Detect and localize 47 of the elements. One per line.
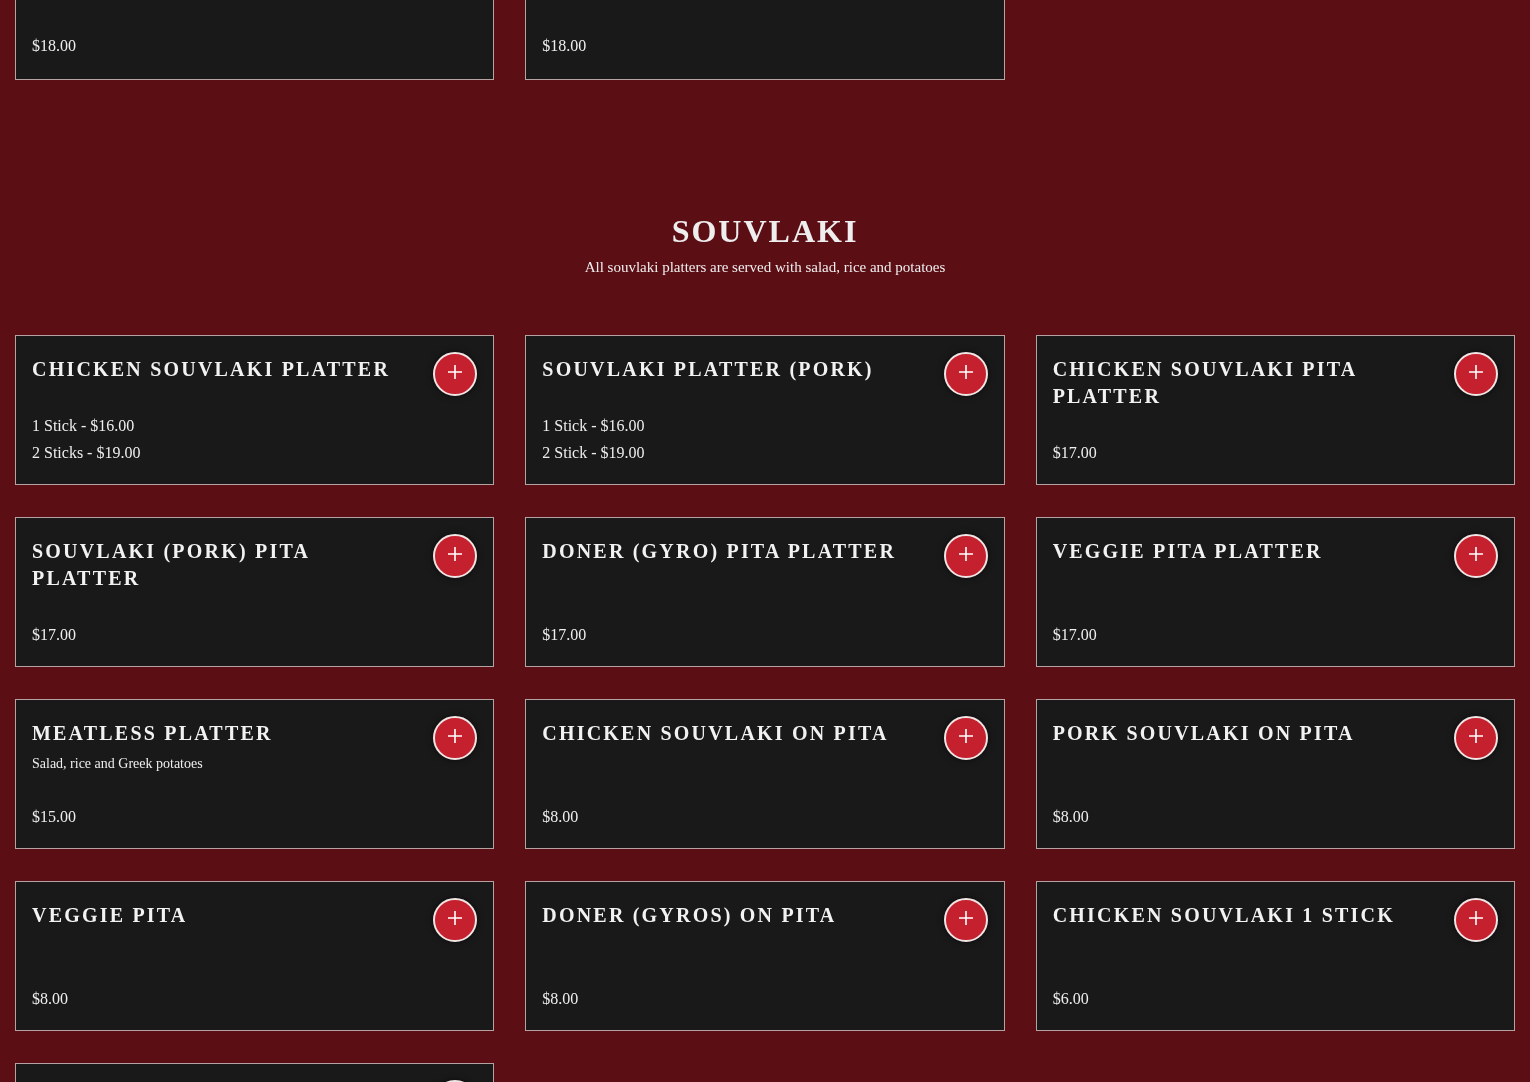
item-name: MEATLESS PLATTER xyxy=(32,720,273,746)
add-button[interactable] xyxy=(1454,715,1498,760)
item-price: 2 Stick - $19.00 xyxy=(542,442,646,463)
plus-icon xyxy=(447,728,464,744)
plus-icon xyxy=(1468,910,1484,926)
item-price: 1 Stick - $16.00 xyxy=(542,415,646,436)
plus-icon xyxy=(447,546,464,562)
item-name: DONER (GYROS) ON PITA xyxy=(542,902,837,929)
plus-icon xyxy=(957,910,974,926)
item-price: $17.00 xyxy=(542,624,588,645)
add-button[interactable] xyxy=(1454,897,1498,942)
item-price: $6.00 xyxy=(1052,988,1090,1009)
plus-icon xyxy=(447,910,464,926)
item-price: $8.00 xyxy=(32,988,69,1009)
plus-icon xyxy=(957,546,974,562)
item-name: CHICKEN SOUVLAKI 1 STICK xyxy=(1052,902,1395,928)
section-title: SOUVLAKI xyxy=(670,212,860,250)
plus-icon xyxy=(957,364,974,380)
item-price: $18.00 xyxy=(542,36,588,56)
item-price: $8.00 xyxy=(1052,806,1090,827)
section-subtitle: All souvlaki platters are served with salad, rice and potatoes xyxy=(583,258,947,277)
plus-icon xyxy=(1468,546,1484,562)
item-price: $15.00 xyxy=(32,806,77,827)
plus-icon xyxy=(447,364,464,380)
item-name: CHICKEN SOUVLAKI ON PITA xyxy=(542,720,889,746)
item-price: $8.00 xyxy=(542,988,580,1009)
item-name: CHICKEN SOUVLAKI PITA PLATTER xyxy=(1052,356,1358,409)
plus-icon xyxy=(1468,364,1484,380)
item-name: PORK SOUVLAKI ON PITA xyxy=(1052,720,1355,746)
item-name: SOUVLAKI (PORK) PITA PLATTER xyxy=(32,538,310,591)
plus-icon xyxy=(1468,728,1484,744)
add-button[interactable] xyxy=(1454,533,1498,578)
item-price: 2 Sticks - $19.00 xyxy=(32,442,142,463)
item-name: VEGGIE PITA xyxy=(32,902,188,928)
item-price: $17.00 xyxy=(32,624,77,645)
item-name: VEGGIE PITA PLATTER xyxy=(1052,538,1323,564)
item-description: Salad, rice and Greek potatoes xyxy=(32,754,204,773)
item-name: CHICKEN SOUVLAKI PLATTER xyxy=(32,356,391,382)
add-button[interactable] xyxy=(1454,351,1498,396)
item-name: SOUVLAKI PLATTER (PORK) xyxy=(542,356,874,383)
item-name: DONER (GYRO) PITA PLATTER xyxy=(542,538,897,565)
item-price: $17.00 xyxy=(1052,442,1098,463)
item-price: $8.00 xyxy=(542,806,580,827)
item-price: $18.00 xyxy=(32,36,77,56)
plus-icon xyxy=(957,728,974,744)
item-price: $17.00 xyxy=(1052,624,1098,645)
item-price: 1 Stick - $16.00 xyxy=(32,415,136,436)
